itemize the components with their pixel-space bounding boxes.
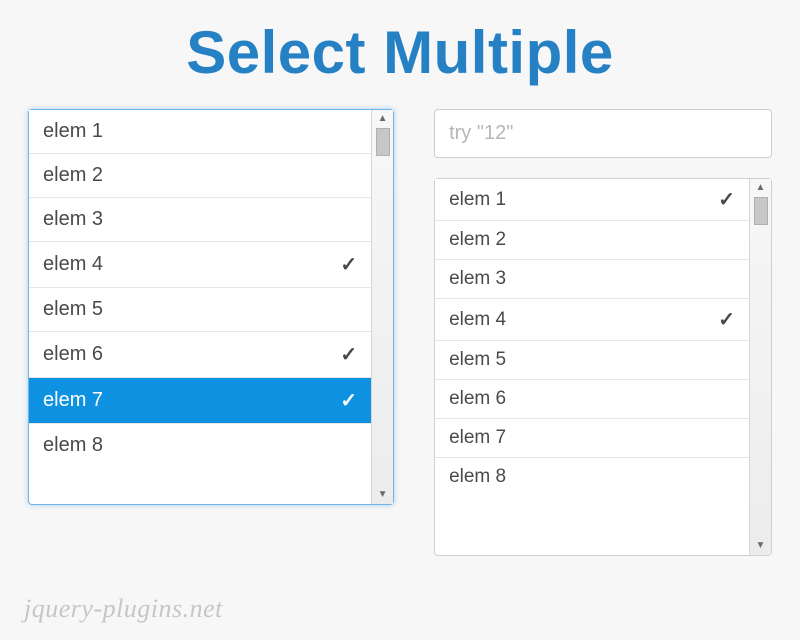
item-label: elem 3 — [449, 268, 506, 290]
list-item[interactable]: elem 1 ✓ — [435, 179, 749, 221]
scrollbar-track[interactable] — [374, 126, 391, 488]
item-label: elem 4 — [43, 253, 103, 276]
list-item[interactable]: elem 6 — [435, 380, 749, 419]
check-icon: ✓ — [340, 388, 357, 413]
scrollbar[interactable]: ▲ ▼ — [749, 179, 771, 555]
item-label: elem 4 — [449, 309, 506, 331]
check-icon: ✓ — [718, 187, 735, 212]
item-label: elem 8 — [449, 466, 506, 488]
list-item[interactable]: elem 8 — [435, 458, 749, 496]
check-icon: ✓ — [718, 307, 735, 332]
list-item[interactable]: elem 2 — [29, 154, 371, 198]
page-title: Select Multiple — [0, 0, 800, 109]
item-label: elem 1 — [43, 120, 103, 143]
scroll-up-icon[interactable]: ▲ — [378, 114, 388, 124]
item-label: elem 8 — [43, 434, 103, 457]
list-item[interactable]: elem 2 — [435, 221, 749, 260]
list-item[interactable]: elem 3 — [29, 198, 371, 242]
list-item[interactable]: elem 5 — [29, 288, 371, 332]
scrollbar-thumb[interactable] — [376, 128, 390, 156]
left-multiselect[interactable]: elem 1 elem 2 elem 3 elem 4 ✓ elem 5 elem… — [28, 109, 394, 505]
watermark-text: jquery-plugins.net — [24, 594, 223, 624]
check-icon: ✓ — [340, 252, 357, 277]
list-item[interactable]: elem 4 ✓ — [29, 242, 371, 288]
item-label: elem 7 — [449, 427, 506, 449]
item-label: elem 7 — [43, 389, 103, 412]
list-item[interactable]: elem 1 — [29, 110, 371, 154]
scroll-down-icon[interactable]: ▼ — [756, 541, 766, 551]
list-item[interactable]: elem 7 — [435, 419, 749, 458]
item-label: elem 2 — [449, 229, 506, 251]
scrollbar-thumb[interactable] — [754, 197, 768, 225]
item-label: elem 5 — [449, 349, 506, 371]
check-icon: ✓ — [340, 342, 357, 367]
list-item[interactable]: elem 7 ✓ — [29, 378, 371, 424]
scrollbar[interactable]: ▲ ▼ — [371, 110, 393, 504]
item-label: elem 6 — [449, 388, 506, 410]
right-multiselect[interactable]: elem 1 ✓ elem 2 elem 3 elem 4 ✓ elem 5 ele… — [434, 178, 772, 556]
item-label: elem 6 — [43, 343, 103, 366]
item-label: elem 1 — [449, 189, 506, 211]
scroll-up-icon[interactable]: ▲ — [756, 183, 766, 193]
list-item[interactable]: elem 8 — [29, 424, 371, 467]
right-list: elem 1 ✓ elem 2 elem 3 elem 4 ✓ elem 5 ele… — [435, 179, 749, 555]
search-input[interactable]: try "12" — [434, 109, 772, 158]
item-label: elem 3 — [43, 208, 103, 231]
list-item[interactable]: elem 6 ✓ — [29, 332, 371, 378]
list-item[interactable]: elem 4 ✓ — [435, 299, 749, 341]
item-label: elem 5 — [43, 298, 103, 321]
scrollbar-track[interactable] — [752, 195, 769, 539]
left-list: elem 1 elem 2 elem 3 elem 4 ✓ elem 5 elem… — [29, 110, 371, 504]
item-label: elem 2 — [43, 164, 103, 187]
scroll-down-icon[interactable]: ▼ — [378, 490, 388, 500]
list-item[interactable]: elem 3 — [435, 260, 749, 299]
list-item[interactable]: elem 5 — [435, 341, 749, 380]
